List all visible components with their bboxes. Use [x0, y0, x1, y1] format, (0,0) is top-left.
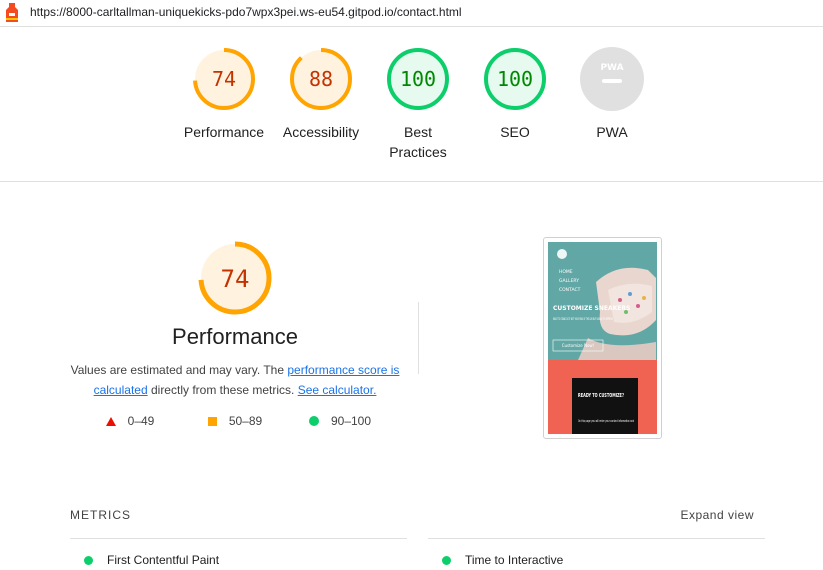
- address-bar: https://8000-carltallman-uniquekicks-pdo…: [0, 0, 823, 27]
- circle-icon: [308, 416, 319, 426]
- gauge-score: 100: [497, 67, 533, 91]
- score-gauges: 74 Performance 88 Accessibility 100 Best…: [0, 46, 823, 176]
- expand-view-button[interactable]: Expand view: [680, 508, 754, 522]
- performance-score: 74: [221, 265, 250, 293]
- score-legend: 0–49 50–89 90–100: [60, 414, 410, 428]
- desc-text: Values are estimated and may vary. The: [70, 363, 288, 377]
- final-screenshot[interactable]: HOME GALLERY CONTACT CUSTOMIZE SNEAKERS …: [543, 237, 662, 439]
- preview-nav-item: GALLERY: [559, 278, 579, 284]
- performance-gauge: 74: [198, 241, 272, 315]
- performance-title: Performance: [172, 324, 298, 349]
- pwa-badge-text: PWA: [600, 63, 623, 73]
- metrics-heading: METRICS: [70, 508, 131, 522]
- preview-subtext: WANT TO STAND OUT? NOT YOUR FIND OF THE …: [553, 317, 613, 321]
- performance-description: Values are estimated and may vary. The p…: [70, 360, 400, 400]
- pwa-badge-icon: PWA: [580, 47, 644, 111]
- triangle-icon: [105, 416, 116, 426]
- gauge-seo[interactable]: 100 SEO: [465, 46, 565, 142]
- vertical-divider: [418, 302, 419, 374]
- preview-cta: Customize Now!: [562, 343, 595, 348]
- section-divider: [0, 181, 823, 182]
- page-url[interactable]: https://8000-carltallman-uniquekicks-pdo…: [30, 5, 462, 19]
- metric-first-contentful-paint: First Contentful Paint: [84, 553, 219, 567]
- gauge-label: Best Practices: [389, 124, 447, 160]
- legend-pass: 90–100: [288, 414, 393, 428]
- preview-nav-item: CONTACT: [559, 287, 581, 293]
- page-preview: HOME GALLERY CONTACT CUSTOMIZE SNEAKERS …: [548, 242, 657, 434]
- metric-divider: [428, 538, 765, 539]
- gauge-label: SEO: [500, 124, 530, 140]
- preview-headline: CUSTOMIZE SNEAKERS: [553, 305, 630, 312]
- gauge-accessibility[interactable]: 88 Accessibility: [271, 46, 371, 142]
- score-ring: 74: [193, 48, 255, 110]
- lighthouse-icon: [6, 3, 18, 22]
- legend-range: 90–100: [330, 414, 372, 428]
- legend-range: 0–49: [127, 414, 155, 428]
- score-ring: 88: [290, 48, 352, 110]
- gauge-score: 100: [400, 67, 436, 91]
- gauge-score: 74: [212, 67, 236, 91]
- score-ring: 100: [484, 48, 546, 110]
- legend-fail: 0–49: [78, 414, 183, 428]
- preview-box-title: READY TO CUSTOMIZE?: [578, 393, 624, 399]
- gauge-best-practices[interactable]: 100 Best Practices: [368, 46, 468, 162]
- gauge-performance[interactable]: 74 Performance: [174, 46, 274, 142]
- metric-time-to-interactive: Time to Interactive: [442, 553, 563, 567]
- square-icon: [207, 416, 217, 426]
- pass-circle-icon: [442, 555, 451, 565]
- gauge-score: 88: [309, 67, 333, 91]
- preview-nav-item: HOME: [559, 269, 573, 275]
- metrics-header: METRICS Expand view: [70, 508, 754, 522]
- gauge-label: Accessibility: [282, 124, 360, 140]
- gauge-label: Performance: [183, 124, 265, 140]
- gauge-label: PWA: [596, 124, 628, 140]
- score-ring: 100: [387, 48, 449, 110]
- metric-label: First Contentful Paint: [107, 553, 220, 567]
- see-calculator-link[interactable]: See calculator.: [298, 383, 377, 397]
- pass-circle-icon: [84, 555, 93, 565]
- metric-divider: [70, 538, 407, 539]
- gauge-pwa[interactable]: PWA PWA: [562, 46, 662, 142]
- metric-label: Time to Interactive: [465, 553, 564, 567]
- legend-range: 50–89: [228, 414, 263, 428]
- performance-summary: 74 Performance Values are estimated and …: [60, 240, 410, 428]
- preview-box-text: On this page you will enter your contact…: [578, 419, 634, 423]
- desc-text: directly from these metrics.: [147, 383, 298, 397]
- legend-average: 50–89: [183, 414, 288, 428]
- screenshot-viewport: HOME GALLERY CONTACT CUSTOMIZE SNEAKERS …: [548, 242, 657, 434]
